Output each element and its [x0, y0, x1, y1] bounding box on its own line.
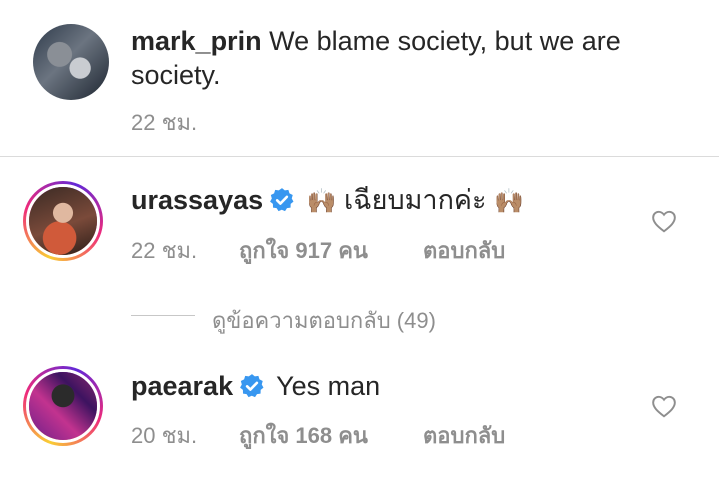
comment-1-line2: society. [131, 58, 221, 92]
heart-outline-icon[interactable] [651, 394, 677, 418]
comment-2-reply-label[interactable]: ตอบกลับ [423, 238, 505, 263]
divider [0, 156, 719, 157]
comment-1-time: 22 ชม. [131, 110, 198, 135]
username-urassayas[interactable]: urassayas [131, 185, 263, 215]
avatar-paearak[interactable] [23, 366, 103, 446]
comment-3-reply-button[interactable]: ตอบกลับ [423, 418, 505, 453]
username-mark-prin[interactable]: mark_prin [131, 26, 262, 56]
comment-3-time: 20 ชม. [131, 423, 198, 448]
comment-2-time: 22 ชม. [131, 238, 198, 263]
avatar-urassayas[interactable] [23, 181, 103, 261]
comment-1-text-cont: society. [131, 60, 221, 90]
comment-3-text: Yes man [276, 371, 381, 401]
avatar-mark-prin[interactable] [33, 24, 109, 100]
comment-3-line: paearak Yes man [131, 369, 380, 403]
comment-3-likes-text[interactable]: ถูกใจ 168 คน [239, 423, 368, 448]
raised-hands-emoji-right: 🙌🏽 [494, 188, 524, 215]
comment-1-text: We blame society, but we are [269, 26, 621, 56]
raised-hands-emoji-left: 🙌🏽 [306, 188, 337, 215]
username-paearak[interactable]: paearak [131, 371, 233, 401]
comment-3-likes[interactable]: ถูกใจ 168 คน [239, 418, 368, 453]
comment-2-reply-button[interactable]: ตอบกลับ [423, 233, 505, 268]
comment-2-line: urassayas 🙌🏽 เฉียบมากค่ะ 🙌🏽 [131, 183, 524, 219]
view-replies-button[interactable]: ดูข้อความตอบกลับ (49) [212, 303, 436, 338]
heart-outline-icon[interactable] [651, 209, 677, 233]
comment-1-line1: mark_prin We blame society, but we are [131, 24, 621, 58]
view-replies-line [131, 315, 195, 316]
comment-2-likes-text[interactable]: ถูกใจ 917 คน [239, 238, 368, 263]
verified-badge-icon [270, 187, 294, 212]
comment-2-text: เฉียบมากค่ะ [344, 185, 487, 215]
comment-2-likes[interactable]: ถูกใจ 917 คน [239, 233, 368, 268]
verified-badge-icon [240, 373, 264, 398]
comment-3-reply-label[interactable]: ตอบกลับ [423, 423, 505, 448]
